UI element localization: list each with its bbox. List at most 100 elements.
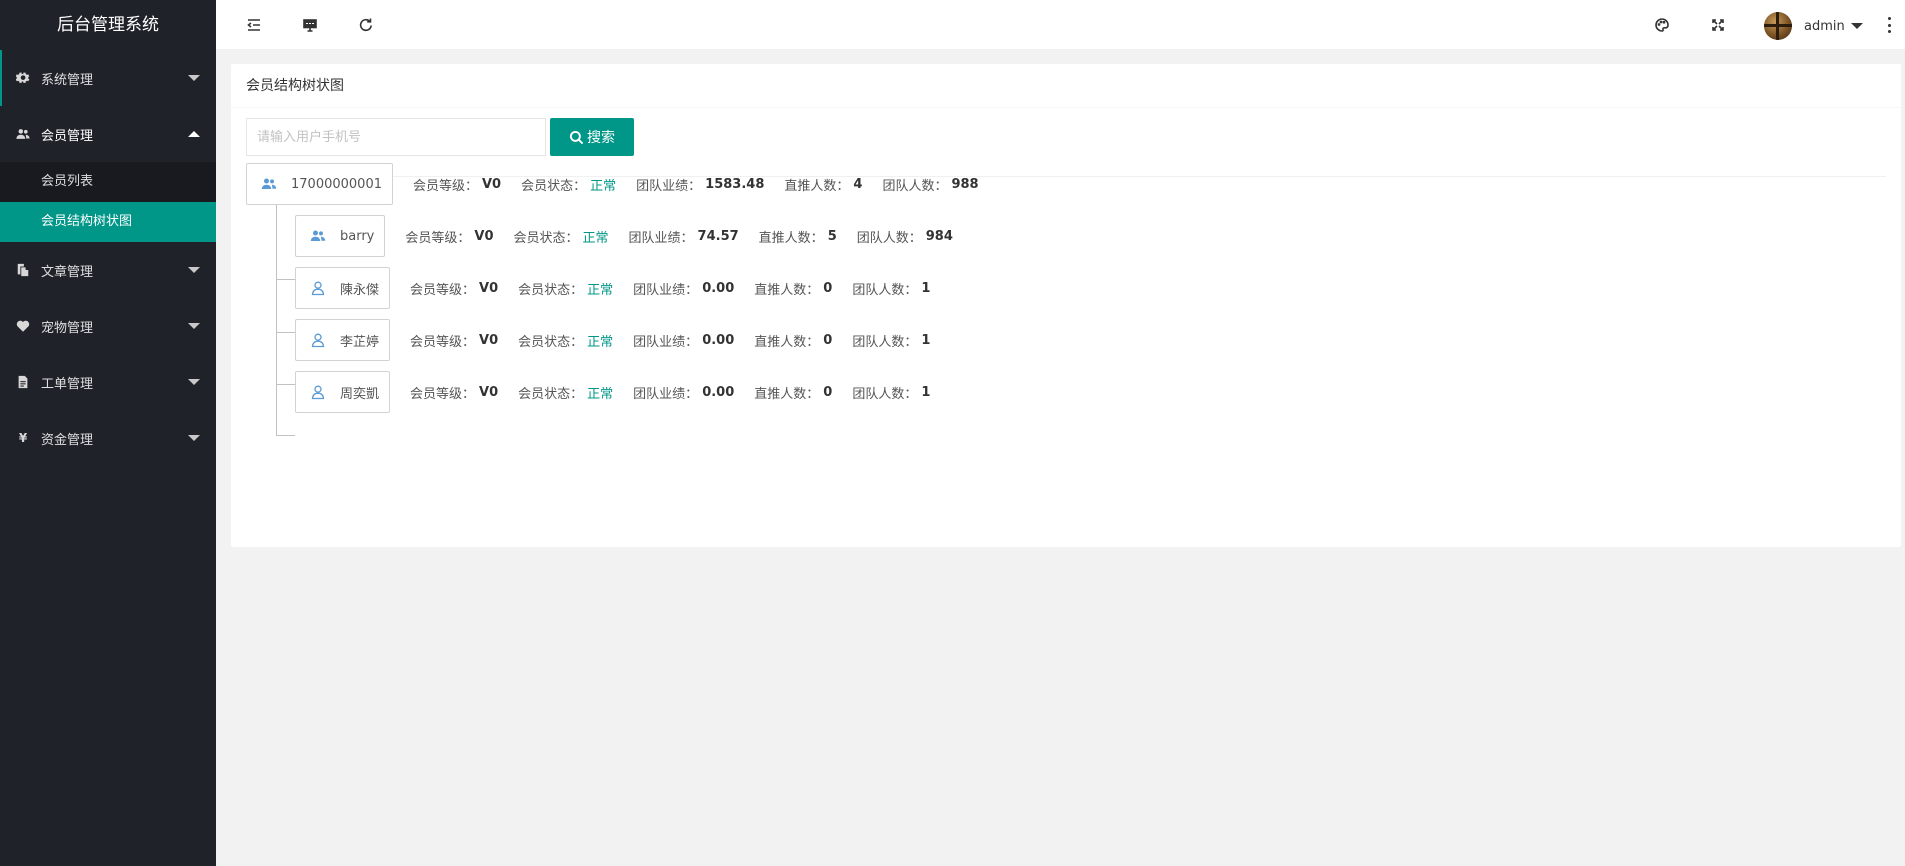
level-label: 会员等级： — [412, 178, 478, 194]
top-header: admin — [216, 0, 1905, 50]
user-icon — [310, 332, 326, 348]
tree-node-row: 周奕凱 会员等级： V0 会员状态： 正常 团队业绩： 0.00 直推人数： 0 团队人数： 1 — [295, 371, 950, 413]
member-name: 陳永傑 — [340, 282, 380, 298]
direct-label: 直推人数： — [754, 386, 820, 402]
chevron-down-icon — [188, 75, 200, 81]
status-label: 会员状态： — [521, 178, 587, 194]
team-label: 团队人数： — [852, 386, 918, 402]
sidebar-item-member-list[interactable]: 会员列表 — [0, 162, 216, 202]
team-value: 988 — [951, 176, 979, 192]
sidebar-item-label: 工单管理 — [41, 376, 94, 392]
level-label: 会员等级： — [405, 230, 471, 246]
users-icon — [310, 228, 326, 244]
sidebar-item-tickets[interactable]: 工单管理 — [0, 354, 216, 410]
tree-connector — [276, 384, 295, 385]
direct-value: 4 — [853, 176, 863, 192]
level-label: 会员等级： — [410, 334, 476, 350]
status-label: 会员状态： — [513, 230, 579, 246]
app-title: 后台管理系统 — [0, 0, 216, 50]
refresh-icon[interactable] — [356, 15, 376, 35]
tree-connector — [276, 205, 277, 435]
sidebar-item-members[interactable]: 会员管理 — [0, 106, 216, 162]
sidebar-item-finance[interactable]: ¥ 资金管理 — [0, 410, 216, 466]
performance-label: 团队业绩： — [636, 178, 702, 194]
indent-icon[interactable] — [244, 15, 264, 35]
direct-value: 0 — [823, 280, 833, 296]
performance-value: 0.00 — [702, 384, 735, 400]
user-menu[interactable]: admin — [1764, 12, 1863, 40]
tree-connector — [276, 435, 295, 436]
user-icon — [310, 280, 326, 296]
member-info: 会员等级： V0 会员状态： 正常 团队业绩： 0.00 直推人数： 0 团队人数： 1 — [410, 331, 950, 350]
performance-label: 团队业绩： — [633, 386, 699, 402]
chevron-down-icon — [1850, 23, 1863, 29]
sidebar-item-label: 文章管理 — [41, 264, 94, 280]
tree-node-row: 陳永傑 会员等级： V0 会员状态： 正常 团队业绩： 0.00 直推人数： 0 团队人数： 1 — [295, 267, 950, 309]
members-subnav: 会员列表 会员结构树状图 — [0, 162, 216, 242]
gear-icon — [16, 71, 30, 85]
tree-node-row: barry 会员等级： V0 会员状态： 正常 团队业绩： 74.57 直推人数： 5 团队人数：… — [295, 215, 973, 257]
tree-node[interactable]: 李芷婷 — [295, 319, 391, 361]
status-badge: 正常 — [587, 282, 614, 298]
tree-node[interactable]: 陳永傑 — [295, 267, 391, 309]
performance-label: 团队业绩： — [633, 282, 699, 298]
direct-label: 直推人数： — [784, 178, 850, 194]
member-name: 李芷婷 — [340, 334, 380, 350]
performance-value: 1583.48 — [705, 176, 765, 192]
tree-node[interactable]: 17000000001 — [246, 163, 393, 205]
chevron-down-icon — [188, 435, 200, 441]
team-value: 1 — [921, 384, 931, 400]
status-badge: 正常 — [587, 334, 614, 350]
copy-icon — [16, 263, 30, 277]
team-label: 团队人数： — [882, 178, 948, 194]
level-value: V0 — [479, 332, 499, 348]
team-value: 1 — [921, 280, 931, 296]
performance-value: 0.00 — [702, 332, 735, 348]
tree-connector — [276, 332, 295, 333]
member-info: 会员等级： V0 会员状态： 正常 团队业绩： 0.00 直推人数： 0 团队人数： 1 — [410, 383, 950, 402]
monitor-icon[interactable] — [300, 15, 320, 35]
sidebar-item-system[interactable]: 系统管理 — [0, 50, 216, 106]
member-name: 17000000001 — [291, 176, 382, 192]
level-label: 会员等级： — [410, 282, 476, 298]
direct-label: 直推人数： — [758, 230, 824, 246]
level-value: V0 — [479, 384, 499, 400]
more-icon[interactable] — [1886, 17, 1892, 33]
status-label: 会员状态： — [518, 334, 584, 350]
member-info: 会员等级： V0 会员状态： 正常 团队业绩： 0.00 直推人数： 0 团队人数： 1 — [410, 279, 950, 298]
chevron-up-icon — [188, 131, 200, 137]
chevron-down-icon — [188, 267, 200, 273]
status-label: 会员状态： — [518, 386, 584, 402]
direct-value: 5 — [827, 228, 837, 244]
direct-label: 直推人数： — [754, 334, 820, 350]
team-value: 984 — [925, 228, 953, 244]
fullscreen-icon[interactable] — [1708, 15, 1728, 35]
level-value: V0 — [474, 228, 494, 244]
level-value: V0 — [482, 176, 502, 192]
sidebar-item-articles[interactable]: 文章管理 — [0, 242, 216, 298]
status-label: 会员状态： — [518, 282, 584, 298]
file-icon — [16, 375, 30, 389]
member-info: 会员等级： V0 会员状态： 正常 团队业绩： 74.57 直推人数： 5 团队人数： 984 — [405, 227, 973, 246]
tree-connector — [276, 279, 295, 280]
performance-value: 0.00 — [702, 280, 735, 296]
user-name: admin — [1804, 18, 1845, 34]
team-label: 团队人数： — [856, 230, 922, 246]
tree-node-row: 17000000001 会员等级： V0 会员状态： 正常 团队业绩： 1583.48 直推人… — [246, 163, 999, 205]
status-badge: 正常 — [587, 386, 614, 402]
member-tree: 17000000001 会员等级： V0 会员状态： 正常 团队业绩： 1583.48 直推人… — [231, 64, 1901, 547]
member-tree-card: 会员结构树状图 搜索 17000000001会员等级：V0会员状态：正常团队业绩… — [231, 64, 1901, 547]
sidebar-item-member-tree[interactable]: 会员结构树状图 — [0, 202, 216, 242]
team-label: 团队人数： — [852, 334, 918, 350]
sidebar-item-label: 资金管理 — [41, 432, 94, 448]
level-label: 会员等级： — [410, 386, 476, 402]
sidebar: 后台管理系统 系统管理 会员管理 会员列表 会员结构树状图 文章管理 宠物管理 — [0, 0, 216, 866]
tree-node-row: 李芷婷 会员等级： V0 会员状态： 正常 团队业绩： 0.00 直推人数： 0 团队人数： 1 — [295, 319, 950, 361]
direct-label: 直推人数： — [754, 282, 820, 298]
tree-node[interactable]: barry — [295, 215, 386, 257]
tree-node[interactable]: 周奕凱 — [295, 371, 391, 413]
user-icon — [310, 384, 326, 400]
performance-label: 团队业绩： — [628, 230, 694, 246]
sidebar-item-pets[interactable]: 宠物管理 — [0, 298, 216, 354]
theme-icon[interactable] — [1652, 15, 1672, 35]
